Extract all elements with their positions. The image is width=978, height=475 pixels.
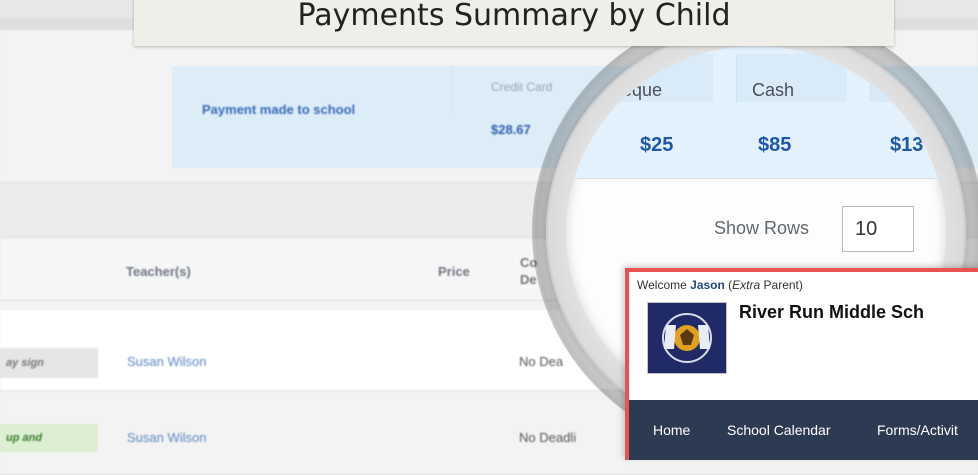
school-crest-icon	[648, 303, 726, 373]
credit-card-amount: $28.67	[491, 122, 531, 137]
magnified-cheque-amount: $25	[640, 134, 674, 156]
price-column-header[interactable]: Price	[438, 264, 470, 279]
teacher-name[interactable]: Susan Wilson	[127, 354, 206, 369]
page-title: Payments Summary by Child	[297, 0, 731, 33]
welcome-text: Welcome Jason (Extra Parent)	[637, 278, 803, 292]
user-role: Extra	[732, 278, 761, 292]
teacher-column-header[interactable]: Teacher(s)	[126, 264, 191, 279]
teacher-name[interactable]: Susan Wilson	[127, 430, 206, 445]
user-role-suffix: Parent	[763, 278, 799, 292]
title-banner: Payments Summary by Child	[134, 0, 894, 46]
school-site-inset: Welcome Jason (Extra Parent) River Run M…	[625, 268, 978, 460]
school-nav-bar: Home School Calendar Forms/Activit	[629, 400, 978, 460]
show-rows-label: Show Rows	[714, 218, 810, 238]
magnified-other-amount: $13	[890, 134, 924, 156]
nav-home[interactable]: Home	[653, 422, 690, 438]
magnified-divider	[566, 178, 946, 179]
magnified-cash-label: Cash	[752, 80, 795, 100]
magnified-other-header-cell	[870, 54, 946, 102]
welcome-prefix: Welcome	[637, 278, 687, 292]
deadline-value: No Dea	[519, 354, 564, 369]
user-name-link[interactable]: Jason	[690, 278, 725, 292]
magnified-cash-amount: $85	[758, 134, 792, 156]
school-logo[interactable]	[647, 302, 727, 374]
nav-school-calendar[interactable]: School Calendar	[727, 422, 831, 438]
nav-forms-activities[interactable]: Forms/Activit	[877, 422, 958, 438]
show-rows-select[interactable]: 10	[842, 206, 914, 252]
payment-made-to-school-label: Payment made to school	[202, 102, 356, 117]
activity-chip: up and	[0, 424, 98, 452]
school-name: River Run Middle Sch	[739, 302, 925, 322]
activity-chip: ay sign	[0, 348, 98, 378]
deadline-value: No Deadli	[519, 430, 577, 445]
magnified-cheque-label: ieque	[618, 80, 663, 100]
credit-card-label: Credit Card	[491, 80, 553, 94]
